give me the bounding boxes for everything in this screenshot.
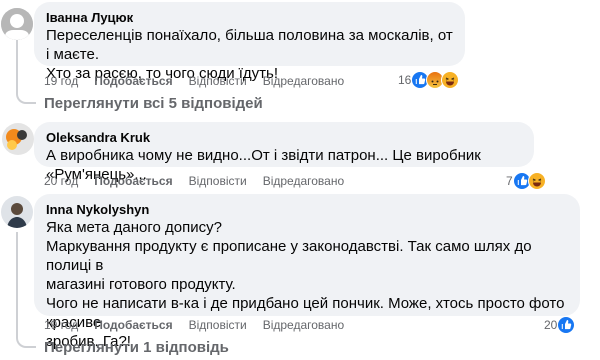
reaction-summary[interactable]: 16: [398, 71, 460, 89]
comment-bubble: Іванна Луцюк Переселенців понаїхало, біл…: [34, 2, 465, 82]
thread-line: [16, 40, 18, 88]
haha-icon: [527, 172, 546, 190]
thread-line: [16, 232, 18, 332]
reaction-count: 7: [506, 174, 513, 188]
comment-bubble: Inna Nykolyshyn Яка мета даного допису? …: [34, 194, 580, 350]
comment-author[interactable]: Oleksandra Kruk: [46, 129, 522, 146]
comment-actions: 20 год Подобається Відповісти Відредагов…: [44, 173, 360, 189]
comment-actions: 19 год Подобається Відповісти Відредагов…: [44, 73, 360, 89]
reaction-count: 16: [398, 73, 412, 87]
comment-author[interactable]: Іванна Луцюк: [46, 9, 453, 26]
reply-button[interactable]: Відповісти: [189, 318, 247, 332]
like-button[interactable]: Подобається: [94, 318, 172, 332]
like-button[interactable]: Подобається: [94, 174, 172, 188]
comment-actions: 19 год Подобається Відповісти Відредагов…: [44, 317, 360, 333]
reply-button[interactable]: Відповісти: [189, 174, 247, 188]
comment-time[interactable]: 20 год: [44, 174, 78, 188]
comment-text-line: Яка мета даного допису?: [46, 219, 222, 236]
comment-text-line: Маркування продукту є прописане у законо…: [46, 238, 532, 274]
avatar[interactable]: [1, 8, 33, 40]
avatar[interactable]: [1, 196, 33, 228]
comment-bubble: Oleksandra Kruk А виробника чому не видн…: [34, 122, 534, 183]
haha-icon: [441, 71, 460, 89]
reaction-count: 20: [544, 318, 558, 332]
comment-time[interactable]: 19 год: [44, 318, 78, 332]
replies-connector: [16, 330, 36, 348]
edited-label: Відредаговано: [262, 74, 345, 88]
like-icon: [557, 316, 576, 334]
comment-text-line: Переселенців понаїхало, більша половина …: [46, 27, 453, 63]
reply-button[interactable]: Відповісти: [189, 74, 247, 88]
view-replies-link[interactable]: Переглянути 1 відповідь: [44, 339, 229, 356]
edited-label: Відредаговано: [262, 318, 345, 332]
view-replies-link[interactable]: Переглянути всі 5 відповідей: [44, 95, 263, 112]
comment-time[interactable]: 19 год: [44, 74, 78, 88]
like-button[interactable]: Подобається: [94, 74, 172, 88]
comment-text-line: магазині готового продукту.: [46, 276, 236, 293]
avatar[interactable]: [2, 123, 34, 155]
edited-label: Відредаговано: [262, 174, 345, 188]
comment-author[interactable]: Inna Nykolyshyn: [46, 201, 568, 218]
reaction-summary[interactable]: 20: [544, 316, 576, 334]
replies-connector: [16, 86, 36, 104]
reaction-summary[interactable]: 7: [506, 172, 546, 190]
